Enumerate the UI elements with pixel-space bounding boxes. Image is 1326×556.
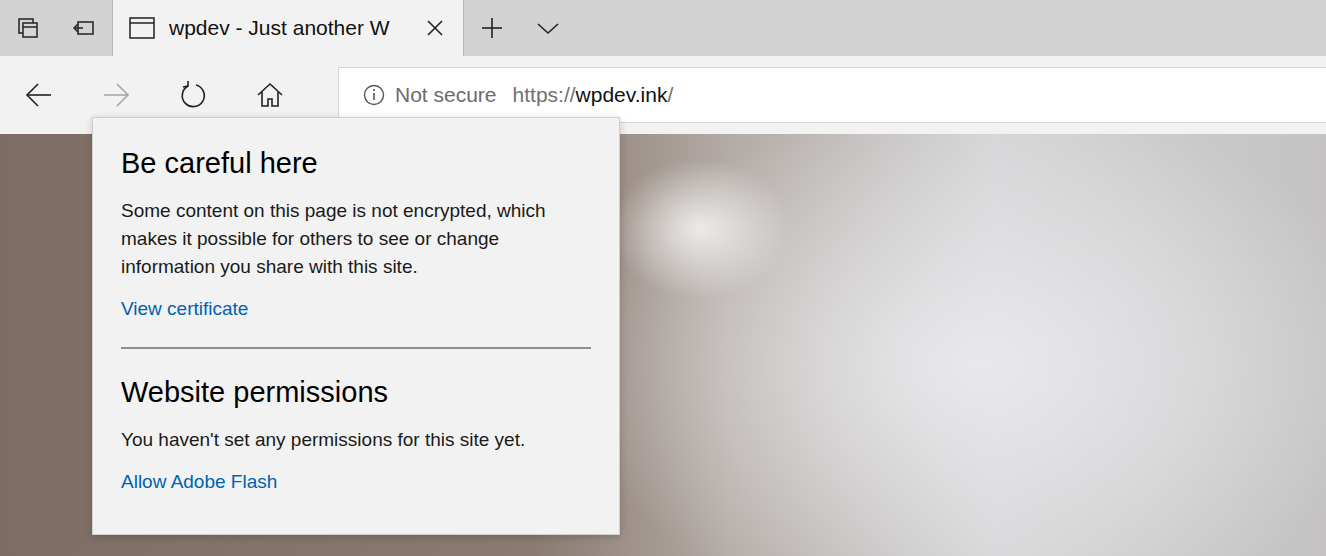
set-aside-icon bbox=[72, 16, 96, 40]
forward-icon bbox=[102, 81, 130, 109]
site-info-popup: Be careful here Some content on this page… bbox=[92, 117, 620, 535]
separator bbox=[121, 347, 591, 349]
tab-strip: wpdev - Just another W bbox=[0, 0, 1326, 56]
plus-icon bbox=[480, 16, 504, 40]
tab-list-button[interactable] bbox=[520, 0, 576, 56]
refresh-icon bbox=[179, 81, 207, 109]
view-certificate-link[interactable]: View certificate bbox=[121, 295, 248, 323]
permissions-message: You haven't set any permissions for this… bbox=[121, 426, 525, 454]
back-button[interactable] bbox=[0, 56, 77, 134]
security-message: Some content on this page is not encrypt… bbox=[121, 197, 591, 281]
home-icon bbox=[256, 81, 284, 109]
back-icon bbox=[25, 81, 53, 109]
allow-flash-link[interactable]: Allow Adobe Flash bbox=[121, 468, 277, 496]
page-icon bbox=[129, 17, 155, 39]
tab[interactable]: wpdev - Just another W bbox=[112, 0, 464, 56]
tab-close-button[interactable] bbox=[421, 14, 449, 42]
chevron-down-icon bbox=[536, 16, 560, 40]
close-icon bbox=[426, 19, 444, 37]
tab-strip-fill bbox=[576, 0, 1326, 56]
new-tab-button[interactable] bbox=[464, 0, 520, 56]
url-text[interactable]: https://wpdev.ink/ bbox=[513, 83, 674, 107]
permissions-title: Website permissions bbox=[121, 375, 388, 410]
browser-window: wpdev - Just another W Not secure https://… bbox=[0, 0, 1326, 556]
address-bar[interactable]: Not secure https://wpdev.ink/ bbox=[338, 67, 1326, 123]
security-label[interactable]: Not secure bbox=[395, 83, 497, 107]
popup-title: Be careful here bbox=[121, 146, 318, 181]
info-icon[interactable] bbox=[363, 84, 385, 106]
set-aside-button[interactable] bbox=[56, 0, 112, 56]
tab-preview-button[interactable] bbox=[0, 0, 56, 56]
tab-title: wpdev - Just another W bbox=[169, 16, 407, 40]
tabs-icon bbox=[16, 16, 40, 40]
